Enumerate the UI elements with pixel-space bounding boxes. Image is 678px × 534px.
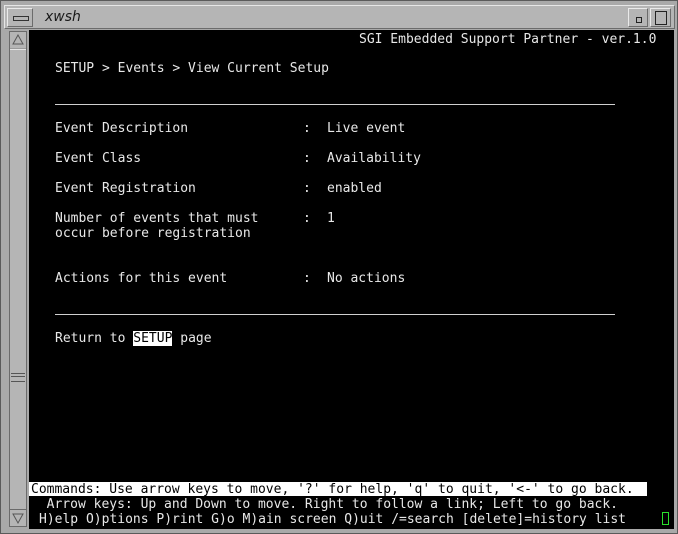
return-line: Return to SETUP page: [55, 331, 212, 346]
breadcrumb: SETUP > Events > View Current Setup: [55, 61, 329, 76]
setup-link[interactable]: SETUP: [133, 331, 173, 346]
field-sep: :: [303, 181, 311, 196]
field-label-event-class: Event Class: [55, 151, 142, 166]
vertical-scrollbar[interactable]: [9, 31, 27, 527]
title-bar[interactable]: xwsh: [4, 5, 675, 29]
field-value-number-of-events: 1: [327, 211, 335, 226]
window-menu-button[interactable]: [7, 8, 33, 27]
shortcut-keys-help: H)elp O)ptions P)rint G)o M)ain screen Q…: [39, 512, 626, 527]
field-label-event-registration: Event Registration: [55, 181, 196, 196]
maximize-icon: [655, 11, 667, 25]
return-prefix: Return to: [55, 331, 134, 346]
field-sep: :: [303, 211, 311, 226]
field-value-event-description: Live event: [327, 121, 406, 136]
commands-bar: Commands: Use arrow keys to move, '?' fo…: [29, 482, 647, 497]
app-header: SGI Embedded Support Partner - ver.1.0: [359, 32, 657, 47]
minimize-icon: [636, 17, 642, 23]
menu-bar-icon: [13, 16, 29, 21]
commands-text: Commands: Use arrow keys to move, '?' fo…: [31, 482, 634, 497]
scroll-down-button[interactable]: [10, 510, 26, 526]
scroll-up-button[interactable]: [10, 32, 26, 48]
terminal-screen[interactable]: SGI Embedded Support Partner - ver.1.0 S…: [29, 30, 674, 529]
divider-bottom: [55, 314, 615, 315]
field-label-number-of-events: Number of events that must: [55, 211, 259, 226]
field-value-event-registration: enabled: [327, 181, 382, 196]
minimize-button[interactable]: [628, 8, 648, 27]
arrow-up-icon: [12, 33, 24, 45]
field-label-number-of-events-line2: occur before registration: [55, 226, 251, 241]
text-cursor: [662, 512, 669, 525]
window-title: xwsh: [45, 9, 81, 25]
scroll-thumb[interactable]: [10, 49, 26, 510]
field-label-actions: Actions for this event: [55, 271, 228, 286]
field-value-actions: No actions: [327, 271, 406, 286]
field-label-event-description: Event Description: [55, 121, 189, 136]
divider-top: [55, 104, 615, 105]
field-value-event-class: Availability: [327, 151, 421, 166]
arrow-down-icon: [12, 513, 24, 525]
field-sep: :: [303, 121, 311, 136]
return-suffix: page: [172, 331, 212, 346]
xwsh-window: xwsh SGI Embedded Support Partner - ver.…: [0, 0, 678, 534]
arrow-keys-help: Arrow keys: Up and Down to move. Right t…: [31, 497, 618, 512]
field-sep: :: [303, 271, 311, 286]
scroll-grip-icon: [11, 373, 25, 382]
maximize-button[interactable]: [650, 8, 671, 27]
field-sep: :: [303, 151, 311, 166]
